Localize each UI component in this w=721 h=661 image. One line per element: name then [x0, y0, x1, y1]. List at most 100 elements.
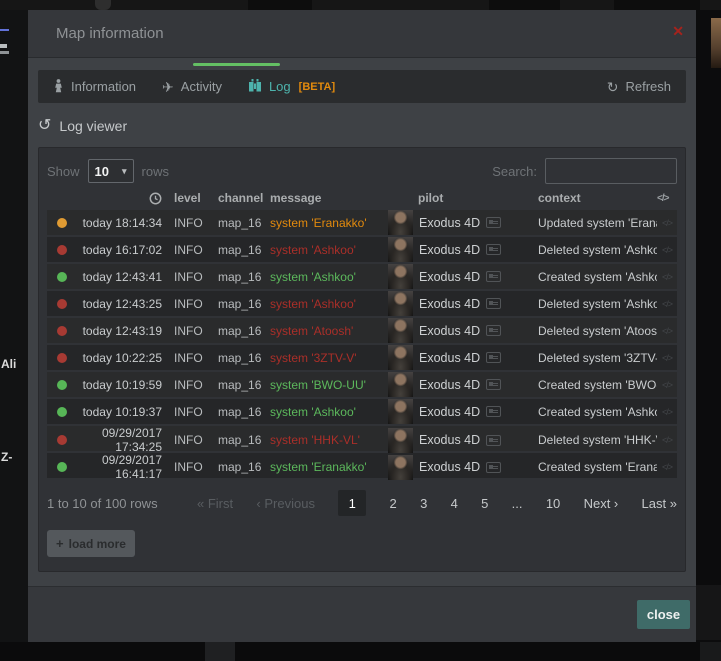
pilot-info-card-icon[interactable]: [486, 406, 501, 417]
rows-per-page-select[interactable]: 10 ▾: [88, 159, 134, 183]
page-number[interactable]: ...: [512, 496, 523, 511]
tab-information-label: Information: [71, 79, 136, 94]
load-more-button[interactable]: + load more: [47, 530, 135, 557]
table-row[interactable]: today 10:19:37 INFO map_16 system 'Ashko…: [47, 399, 677, 424]
log-context: Deleted system 'Ashkoo' ...: [538, 297, 657, 311]
log-channel: map_16: [218, 270, 270, 284]
table-row[interactable]: today 10:19:59 INFO map_16 system 'BWO-U…: [47, 372, 677, 397]
log-context: Deleted system '3ZTV-V' #...: [538, 351, 657, 365]
modal-title: Map information: [56, 10, 164, 57]
log-time: 09/29/2017 17:34:25: [77, 426, 174, 454]
status-dot: [57, 272, 67, 282]
pilot-name: Exodus 4D: [419, 270, 480, 284]
log-context: Deleted system 'Ashkoo' ...: [538, 243, 657, 257]
plus-icon: +: [56, 536, 64, 551]
pagination-nav: « First ‹ Previous 1 2 3 4 5... 10 Next › Las…: [197, 490, 677, 516]
pilot-name: Exodus 4D: [419, 405, 480, 419]
search-input[interactable]: [545, 158, 677, 184]
pilot-avatar: [388, 291, 413, 316]
pilot-info-card-icon[interactable]: [486, 435, 501, 446]
log-message: system 'BWO-UU': [270, 378, 388, 392]
table-header-row: level channel message pilot context </>: [47, 186, 677, 210]
tab-activity[interactable]: ✈ Activity: [162, 79, 222, 94]
status-dot: [57, 326, 67, 336]
page-number[interactable]: 2: [390, 496, 397, 511]
log-time: today 12:43:19: [77, 324, 174, 338]
pilot-name: Exodus 4D: [419, 460, 480, 474]
table-row[interactable]: 09/29/2017 16:41:17 INFO map_16 system '…: [47, 453, 677, 478]
pilot-info-card-icon[interactable]: [486, 298, 501, 309]
background-map-right: [696, 10, 721, 642]
modal-close-icon[interactable]: ✕: [672, 24, 684, 38]
pilot-info-card-icon[interactable]: [486, 379, 501, 390]
row-code-icon[interactable]: </>: [657, 380, 677, 390]
log-time: today 10:19:59: [77, 378, 174, 392]
table-row[interactable]: 09/29/2017 17:34:25 INFO map_16 system '…: [47, 426, 677, 451]
pilot-name: Exodus 4D: [419, 351, 480, 365]
row-code-icon[interactable]: </>: [657, 462, 677, 472]
pilot-name: Exodus 4D: [419, 433, 480, 447]
row-code-icon[interactable]: </>: [657, 245, 677, 255]
pilot-name: Exodus 4D: [419, 297, 480, 311]
map-route-line: [0, 29, 9, 31]
status-dot: [57, 380, 67, 390]
status-dot: [57, 462, 67, 472]
pilot-avatar: [388, 237, 413, 262]
pilot-info-card-icon[interactable]: [486, 462, 501, 473]
log-time: today 10:19:37: [77, 405, 174, 419]
log-message: system 'Ashkoo': [270, 405, 388, 419]
row-code-icon[interactable]: </>: [657, 407, 677, 417]
pilot-avatar: [388, 345, 413, 370]
status-dot: [57, 299, 67, 309]
log-channel: map_16: [218, 216, 270, 230]
modal-footer: close: [28, 586, 696, 642]
row-code-icon[interactable]: </>: [657, 299, 677, 309]
tab-information[interactable]: Information: [53, 79, 136, 95]
table-row[interactable]: today 10:22:25 INFO map_16 system '3ZTV-…: [47, 345, 677, 370]
row-code-icon[interactable]: </>: [657, 435, 677, 445]
pilot-info-card-icon[interactable]: [486, 352, 501, 363]
refresh-button[interactable]: ↻ Refresh: [607, 79, 671, 94]
page-number[interactable]: 10: [546, 496, 560, 511]
pagination-previous[interactable]: ‹ Previous: [256, 496, 315, 511]
pagination-first[interactable]: « First: [197, 496, 233, 511]
log-level: INFO: [174, 297, 218, 311]
log-viewer-heading: ↺ Log viewer: [38, 118, 686, 134]
header-level: level: [174, 191, 218, 205]
row-code-icon[interactable]: </>: [657, 326, 677, 336]
table-row[interactable]: today 18:14:34 INFO map_16 system 'Erana…: [47, 210, 677, 235]
status-dot: [57, 218, 67, 228]
table-row[interactable]: today 12:43:19 INFO map_16 system 'Atoos…: [47, 318, 677, 343]
close-button[interactable]: close: [637, 600, 690, 629]
background-bottom-bar: [0, 642, 721, 661]
tab-log[interactable]: Log [BETA]: [248, 79, 335, 94]
row-code-icon[interactable]: </>: [657, 353, 677, 363]
row-code-icon[interactable]: </>: [657, 218, 677, 228]
table-row[interactable]: today 16:17:02 INFO map_16 system 'Ashko…: [47, 237, 677, 262]
page-number[interactable]: 3: [420, 496, 427, 511]
table-controls: Show 10 ▾ rows Search:: [47, 156, 677, 186]
tab-bar: Information ✈ Activity Log [BETA] ↻ Refr…: [38, 70, 686, 103]
pilot-info-card-icon[interactable]: [486, 244, 501, 255]
background-top-bar: [0, 0, 721, 10]
log-channel: map_16: [218, 243, 270, 257]
pilot-info-card-icon[interactable]: [486, 325, 501, 336]
active-tab-indicator: [193, 63, 280, 66]
pagination-last[interactable]: Last »: [642, 496, 677, 511]
log-table-panel: Show 10 ▾ rows Search: level channel mes…: [38, 147, 686, 572]
background-tab-bump: [95, 0, 111, 10]
page-number[interactable]: 5: [481, 496, 488, 511]
table-row[interactable]: today 12:43:41 INFO map_16 system 'Ashko…: [47, 264, 677, 289]
table-row[interactable]: today 12:43:25 INFO map_16 system 'Ashko…: [47, 291, 677, 316]
row-code-icon[interactable]: </>: [657, 272, 677, 282]
log-context: Updated system 'Eranakk...: [538, 216, 657, 230]
pagination-next[interactable]: Next ›: [584, 496, 619, 511]
pilot-info-card-icon[interactable]: [486, 271, 501, 282]
page-number[interactable]: 4: [451, 496, 458, 511]
log-message: system 'Atoosh': [270, 324, 388, 338]
page-number[interactable]: 1: [338, 490, 366, 516]
pilot-avatar: [388, 318, 413, 343]
log-level: INFO: [174, 243, 218, 257]
tab-activity-label: Activity: [181, 79, 222, 94]
pilot-info-card-icon[interactable]: [486, 217, 501, 228]
